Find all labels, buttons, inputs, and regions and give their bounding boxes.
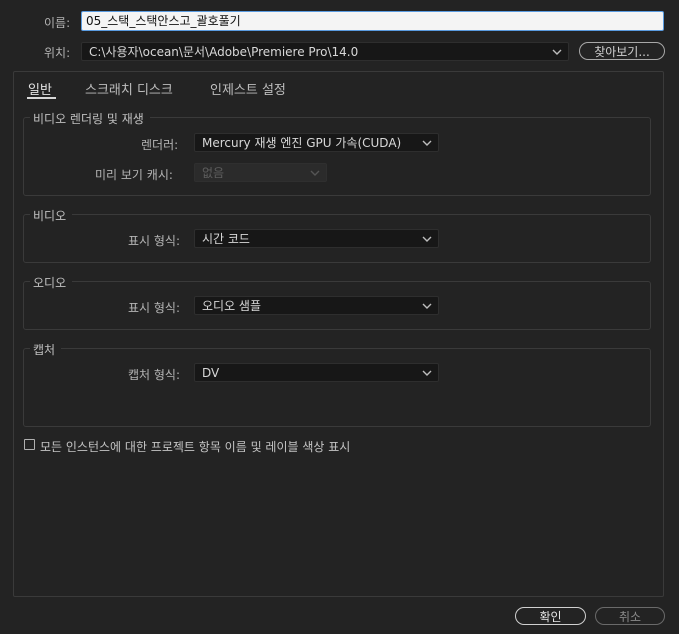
- tab-active-indicator: [27, 97, 56, 99]
- renderer-dropdown[interactable]: Mercury 재생 엔진 GPU 가속(CUDA): [194, 133, 439, 152]
- renderer-label: 렌더러:: [141, 138, 179, 152]
- video-group-title: 비디오: [30, 207, 73, 224]
- cancel-button[interactable]: 취소: [595, 607, 665, 625]
- audio-group-title: 오디오: [30, 274, 73, 291]
- video-display-format-label: 표시 형식:: [128, 234, 181, 248]
- capture-format-value: DV: [202, 366, 220, 380]
- audio-display-format-label: 표시 형식:: [128, 301, 181, 315]
- audio-display-format-value: 오디오 샘플: [202, 299, 262, 313]
- capture-format-label: 캡처 형식:: [128, 368, 181, 382]
- tab-scratch-disks[interactable]: 스크래치 디스크: [85, 79, 173, 98]
- chevron-down-icon: [422, 134, 432, 151]
- capture-group: [23, 348, 651, 427]
- tab-ingest-settings[interactable]: 인제스트 설정: [210, 79, 286, 98]
- tab-general[interactable]: 일반: [28, 79, 52, 98]
- preview-cache-value: 없음: [202, 166, 225, 180]
- preview-cache-dropdown: 없음: [194, 163, 327, 182]
- preview-cache-label: 미리 보기 캐시:: [95, 168, 173, 182]
- location-label: 위치:: [44, 46, 71, 60]
- ok-button[interactable]: 확인: [515, 607, 586, 625]
- show-labels-checkbox-label: 모든 인스턴스에 대한 프로젝트 항목 이름 및 레이블 색상 표시: [40, 440, 351, 454]
- audio-display-format-dropdown[interactable]: 오디오 샘플: [194, 296, 439, 315]
- video-rendering-title: 비디오 렌더링 및 재생: [30, 110, 150, 127]
- show-labels-checkbox[interactable]: [24, 439, 35, 450]
- capture-format-dropdown[interactable]: DV: [194, 363, 439, 382]
- chevron-down-icon: [422, 297, 432, 314]
- location-dropdown[interactable]: C:\사용자\ocean\문서\Adobe\Premiere Pro\14.0: [81, 42, 569, 61]
- video-display-format-dropdown[interactable]: 시간 코드: [194, 229, 439, 248]
- chevron-down-icon: [310, 164, 320, 181]
- capture-group-title: 캡처: [30, 341, 62, 358]
- project-name-input[interactable]: [81, 11, 664, 31]
- name-label: 이름:: [44, 16, 71, 30]
- chevron-down-icon: [422, 230, 432, 247]
- chevron-down-icon: [552, 43, 562, 60]
- renderer-value: Mercury 재생 엔진 GPU 가속(CUDA): [202, 136, 402, 150]
- location-value: C:\사용자\ocean\문서\Adobe\Premiere Pro\14.0: [89, 45, 359, 59]
- browse-button[interactable]: 찾아보기...: [579, 42, 665, 60]
- video-display-format-value: 시간 코드: [202, 232, 250, 246]
- chevron-down-icon: [422, 364, 432, 381]
- video-rendering-group: [23, 117, 651, 196]
